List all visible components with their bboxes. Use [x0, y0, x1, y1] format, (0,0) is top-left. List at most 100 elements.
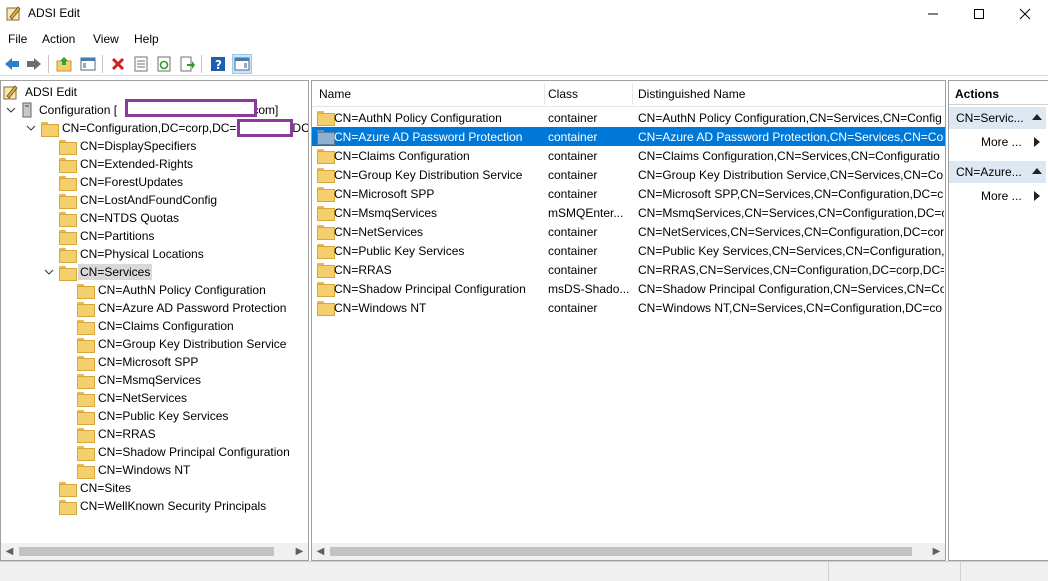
close-button[interactable]: [1002, 0, 1048, 28]
scroll-right-arrow-icon[interactable]: ▶: [928, 543, 945, 560]
back-button[interactable]: [2, 54, 22, 74]
list-cell-distinguished-name: CN=Azure AD Password Protection,CN=Servi…: [638, 130, 944, 144]
results-list-pane: Name Class Distinguished Name ◀ ▶ CN=Aut…: [311, 80, 946, 561]
tree-root-label: ADSI Edit: [25, 85, 78, 99]
collapse-up-icon[interactable]: [1032, 113, 1042, 121]
list-row[interactable]: CN=Windows NT container CN=Windows NT,CN=S…: [312, 298, 945, 317]
menu-file[interactable]: File: [8, 32, 27, 46]
tree-node-services[interactable]: CN=Services: [43, 263, 153, 281]
title-bar: ADSI Edit: [0, 0, 1048, 28]
list-cell-distinguished-name: CN=Claims Configuration,CN=Services,CN=C…: [638, 149, 940, 163]
tree-node-service-child[interactable]: CN=Microsoft SPP: [77, 353, 200, 371]
folder-icon: [59, 229, 77, 245]
collapse-chevron-icon[interactable]: [25, 122, 37, 134]
minimize-button[interactable]: [910, 0, 956, 28]
menu-action[interactable]: Action: [42, 32, 75, 46]
forward-button[interactable]: [24, 54, 44, 74]
list-row[interactable]: CN=RRAS container CN=RRAS,CN=Services,CN=C…: [312, 260, 945, 279]
folder-icon: [59, 481, 77, 497]
column-header-name[interactable]: Name: [319, 87, 351, 101]
tree-node-service-child[interactable]: CN=Claims Configuration: [77, 317, 236, 335]
scroll-left-arrow-icon[interactable]: ◀: [312, 543, 329, 560]
help-button[interactable]: ?: [208, 54, 228, 74]
list-cell-name: CN=Azure AD Password Protection: [334, 130, 523, 144]
list-row[interactable]: CN=Azure AD Password Protection container…: [312, 127, 945, 146]
list-row[interactable]: CN=MsmqServices mSMQEnter... CN=MsmqServic…: [312, 203, 945, 222]
tree-horizontal-scrollbar[interactable]: ◀ ▶: [1, 543, 308, 560]
collapse-chevron-icon[interactable]: [5, 104, 17, 116]
tree-node-service-child[interactable]: CN=Shadow Principal Configuration: [77, 443, 292, 461]
tree-node-service-child[interactable]: CN=Group Key Distribution Service: [77, 335, 288, 353]
tree-node[interactable]: CN=Sites: [59, 479, 133, 497]
list-row[interactable]: CN=AuthN Policy Configuration container CN…: [312, 108, 945, 127]
tree-node[interactable]: CN=Extended-Rights: [59, 155, 195, 173]
collapse-chevron-icon[interactable]: [43, 266, 55, 278]
adsi-edit-app-icon: [6, 6, 21, 21]
properties-button[interactable]: [131, 54, 151, 74]
list-row[interactable]: CN=Microsoft SPP container CN=Microsoft SP…: [312, 184, 945, 203]
tree-node-service-child[interactable]: CN=MsmqServices: [77, 371, 203, 389]
scroll-right-arrow-icon[interactable]: ▶: [291, 543, 308, 560]
folder-icon: [77, 427, 95, 443]
menu-bar: File Action View Help: [0, 30, 1048, 50]
list-horizontal-scrollbar[interactable]: ◀ ▶: [312, 543, 945, 560]
actions-section-azure[interactable]: CN=Azure...: [949, 161, 1046, 183]
tree-node-label: CN=LostAndFoundConfig: [80, 193, 218, 207]
list-cell-class: container: [548, 225, 598, 239]
actions-more-services[interactable]: More ...: [981, 135, 1040, 149]
tree-node-service-child[interactable]: CN=Azure AD Password Protection: [77, 299, 288, 317]
menu-view[interactable]: View: [93, 32, 119, 46]
export-list-button[interactable]: [177, 54, 197, 74]
tree-node-service-child[interactable]: CN=Windows NT: [77, 461, 192, 479]
list-header: Name Class Distinguished Name: [312, 81, 945, 107]
tree-node[interactable]: CN=LostAndFoundConfig: [59, 191, 219, 209]
actions-section-services-label: CN=Servic...: [956, 111, 1024, 125]
list-cell-name: CN=Microsoft SPP: [334, 187, 435, 201]
tree-node[interactable]: CN=Physical Locations: [59, 245, 206, 263]
tree-node-label: CN=Windows NT: [98, 463, 191, 477]
up-one-level-button[interactable]: [54, 54, 74, 74]
list-row[interactable]: CN=Shadow Principal Configuration msDS-Sh…: [312, 279, 945, 298]
list-cell-name: CN=NetServices: [334, 225, 424, 239]
actions-section-services[interactable]: CN=Servic...: [949, 107, 1046, 129]
list-row[interactable]: CN=Claims Configuration container CN=Claim…: [312, 146, 945, 165]
tree-node[interactable]: CN=WellKnown Security Principals: [59, 497, 268, 515]
show-hide-console-tree-button[interactable]: [78, 54, 98, 74]
tree-node-service-child[interactable]: CN=NetServices: [77, 389, 189, 407]
tree-node-service-child[interactable]: CN=RRAS: [77, 425, 158, 443]
list-row[interactable]: CN=Public Key Services container CN=Public…: [312, 241, 945, 260]
column-header-distinguished-name[interactable]: Distinguished Name: [638, 87, 745, 101]
scrollbar-thumb[interactable]: [330, 547, 912, 556]
folder-icon: [77, 373, 95, 389]
column-divider[interactable]: [632, 83, 633, 105]
svg-text:?: ?: [215, 58, 222, 72]
list-row[interactable]: CN=Group Key Distribution Service contain…: [312, 165, 945, 184]
tree-node-service-child[interactable]: CN=Public Key Services: [77, 407, 230, 425]
actions-more-azure[interactable]: More ...: [981, 189, 1040, 203]
window-title: ADSI Edit: [28, 6, 81, 20]
column-divider[interactable]: [544, 83, 545, 105]
forward-arrow-icon: [27, 58, 41, 70]
actions-section-azure-label: CN=Azure...: [956, 165, 1022, 179]
list-row[interactable]: CN=NetServices container CN=NetServices,CN…: [312, 222, 945, 241]
tree-node[interactable]: CN=Partitions: [59, 227, 156, 245]
scrollbar-thumb[interactable]: [19, 547, 274, 556]
delete-button[interactable]: [108, 54, 128, 74]
tree-node[interactable]: CN=DisplaySpecifiers: [59, 137, 198, 155]
tree-root[interactable]: ADSI Edit: [3, 83, 79, 101]
menu-help[interactable]: Help: [134, 32, 159, 46]
tree-node[interactable]: CN=NTDS Quotas: [59, 209, 181, 227]
scroll-left-arrow-icon[interactable]: ◀: [1, 543, 18, 560]
tree-node[interactable]: CN=ForestUpdates: [59, 173, 185, 191]
export-icon: [180, 56, 195, 72]
up-folder-icon: [56, 57, 72, 72]
delete-x-icon: [111, 57, 125, 71]
column-header-class[interactable]: Class: [548, 87, 578, 101]
tree-node-service-child[interactable]: CN=AuthN Policy Configuration: [77, 281, 268, 299]
refresh-button[interactable]: [154, 54, 174, 74]
list-cell-class: container: [548, 168, 598, 182]
maximize-button[interactable]: [956, 0, 1002, 28]
folder-icon: [77, 283, 95, 299]
show-hide-action-pane-button[interactable]: [232, 54, 252, 74]
collapse-up-icon[interactable]: [1032, 167, 1042, 175]
